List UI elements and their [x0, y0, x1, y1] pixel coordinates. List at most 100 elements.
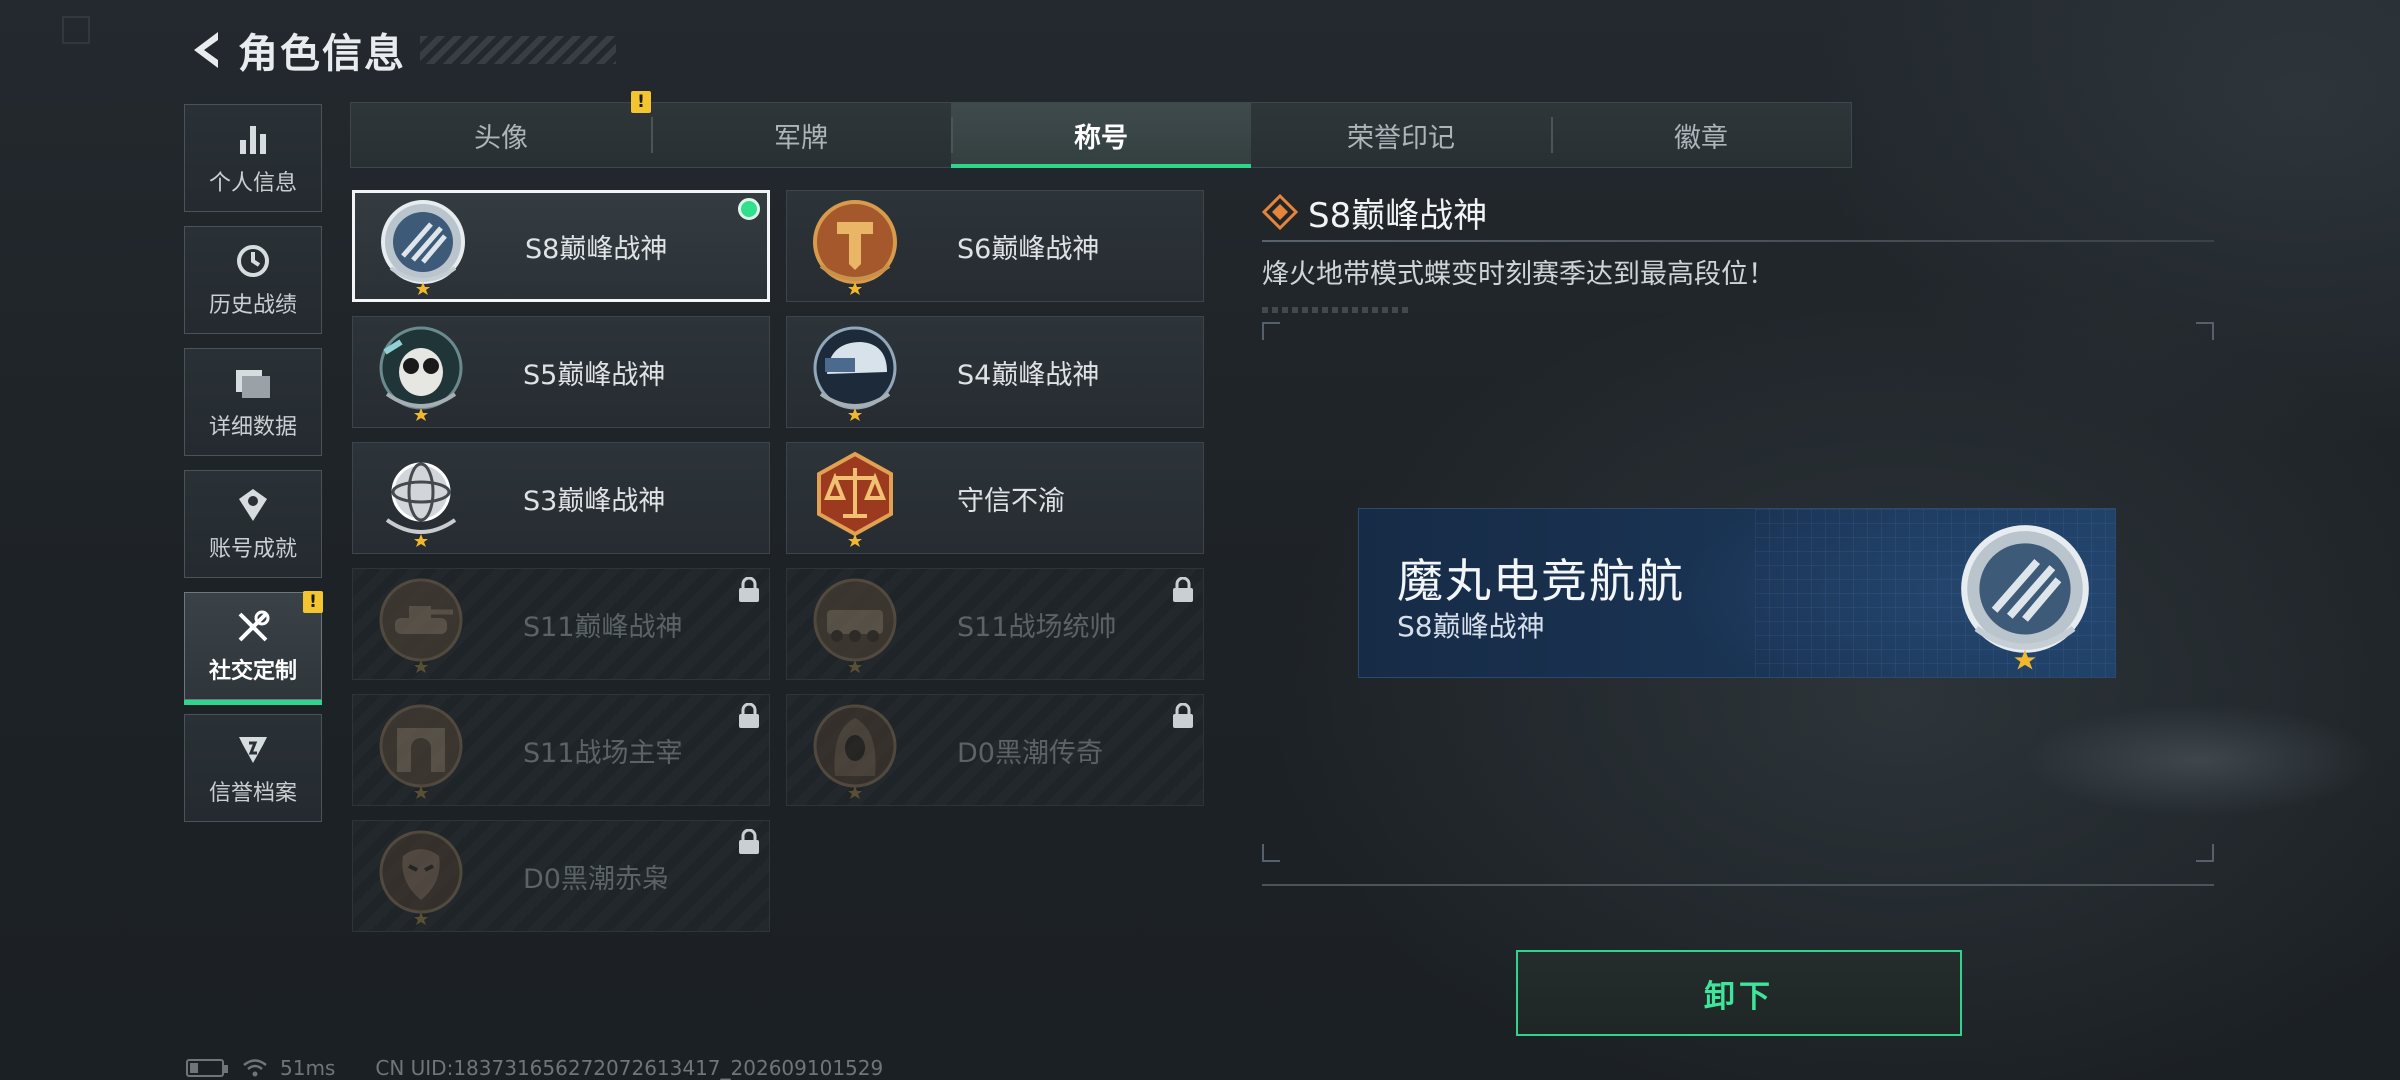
achievement-icon	[233, 485, 273, 525]
title-card[interactable]: S5巅峰战神	[352, 316, 770, 428]
wifi-icon	[243, 1059, 267, 1077]
blue-slash-emblem-icon	[1961, 525, 2089, 670]
tab-label: 头像	[474, 122, 528, 154]
tab-label: 徽章	[1674, 122, 1728, 154]
title-card[interactable]: S11战场统帅	[786, 568, 1204, 680]
detail-description: 烽火地带模式蝶变时刻赛季达到最高段位！	[1262, 259, 1775, 290]
divider	[1262, 884, 2214, 886]
lock-icon	[1173, 577, 1193, 602]
frame-corner	[2196, 322, 2214, 340]
sidebar-item-label: 账号成就	[208, 537, 297, 562]
decorative-dots	[1262, 307, 1412, 313]
sidebar-item-achievements[interactable]: 账号成就	[184, 470, 322, 578]
helmet-emblem-icon	[813, 326, 897, 421]
lock-icon	[739, 577, 759, 602]
title-card[interactable]: D0黑潮赤枭	[352, 820, 770, 932]
page-title: 角色信息	[238, 31, 406, 77]
arch-emblem-icon	[379, 704, 463, 799]
nameplate-title: S8巅峰战神	[1397, 610, 1545, 643]
sidebar-item-label: 个人信息	[208, 171, 297, 196]
title-card[interactable]: D0黑潮传奇	[786, 694, 1204, 806]
title-label: S11巅峰战神	[523, 611, 683, 643]
ping-readout: 51ms	[280, 1056, 336, 1080]
title-label: S11战场统帅	[957, 611, 1117, 643]
tab-label: 军牌	[774, 122, 828, 154]
uid-text: CN UID:18373165627207261341​7_2026091015…	[375, 1056, 884, 1080]
tab-avatar[interactable]: 头像 !	[351, 91, 651, 167]
tank-emblem-icon	[379, 578, 463, 673]
title-card[interactable]: 守信不渝	[786, 442, 1204, 554]
title-label: D0黑潮传奇	[957, 737, 1103, 769]
battery-icon	[186, 1059, 228, 1077]
warning-badge: !	[303, 591, 323, 613]
corner-decoration	[62, 16, 90, 44]
title-label: S5巅峰战神	[523, 359, 666, 391]
frame-corner	[1262, 844, 1280, 862]
sidebar-item-label: 信誉档案	[208, 781, 297, 806]
title-card[interactable]: S4巅峰战神	[786, 316, 1204, 428]
back-arrow-icon	[194, 32, 218, 68]
tab-badge[interactable]: 徽章	[1551, 103, 1851, 167]
lock-icon	[1173, 703, 1193, 728]
detail-header: S8巅峰战神	[1262, 186, 2216, 238]
title-hatch-decoration	[420, 36, 616, 64]
scales-emblem-icon	[817, 451, 893, 547]
unequip-label: 卸下	[1704, 978, 1774, 1015]
title-label: 守信不渝	[957, 485, 1065, 517]
title-card[interactable]: S11巅峰战神	[352, 568, 770, 680]
title-label: S6巅峰战神	[957, 233, 1100, 265]
sidebar-item-history[interactable]: 历史战绩	[184, 226, 322, 334]
tab-label: 称号	[1074, 122, 1128, 154]
title-label: S11战场主宰	[523, 737, 683, 769]
lock-icon	[739, 703, 759, 728]
clock-icon	[233, 241, 273, 281]
divider	[1262, 240, 2214, 242]
globe-emblem-icon	[385, 462, 457, 547]
tools-icon	[233, 607, 273, 647]
title-label: S3巅峰战神	[523, 485, 666, 517]
detail-title: S8巅峰战神	[1308, 195, 1488, 236]
side-navigation: 个人信息 历史战绩 详细数据 账号成就 ! 社交定制 信誉档案	[184, 104, 323, 836]
title-label: S8巅峰战神	[525, 233, 668, 265]
title-label: S4巅峰战神	[957, 359, 1100, 391]
diamond-icon	[1262, 194, 1298, 230]
bar-chart-icon	[233, 119, 273, 159]
lock-icon	[739, 829, 759, 854]
status-bar: 51ms CN UID:18373165627207261341​7_20260…	[186, 1056, 883, 1080]
player-name: 魔丸电竞航航	[1397, 554, 1685, 608]
hooded-emblem-icon	[813, 704, 897, 799]
tab-label: 荣誉印记	[1347, 122, 1455, 154]
title-label: D0黑潮赤枭	[523, 863, 669, 895]
frame-corner	[1262, 322, 1280, 340]
title-card[interactable]: S8巅峰战神	[352, 190, 770, 302]
blue-slash-emblem-icon	[381, 200, 465, 295]
sidebar-item-label: 历史战绩	[208, 293, 297, 318]
sidebar-item-label: 详细数据	[208, 415, 297, 440]
sidebar-item-credit[interactable]: 信誉档案	[184, 714, 322, 822]
title-card[interactable]: S6巅峰战神	[786, 190, 1204, 302]
warning-badge: !	[631, 91, 651, 113]
apc-emblem-icon	[813, 578, 897, 673]
title-detail-panel: S8巅峰战神 烽火地带模式蝶变时刻赛季达到最高段位！	[1262, 186, 2216, 313]
equipped-indicator	[738, 198, 760, 220]
back-button[interactable]	[186, 26, 226, 74]
title-card[interactable]: S11战场主宰	[352, 694, 770, 806]
sidebar-item-social[interactable]: ! 社交定制	[184, 591, 323, 705]
nameplate-preview: 魔丸电竞航航 S8巅峰战神	[1358, 508, 2116, 678]
sidebar-item-details[interactable]: 详细数据	[184, 348, 322, 456]
sidebar-item-profile[interactable]: 个人信息	[184, 104, 322, 212]
sidebar-item-label: 社交定制	[208, 659, 297, 684]
title-card[interactable]: S3巅峰战神	[352, 442, 770, 554]
page-header: 角色信息	[186, 24, 406, 77]
frame-corner	[2196, 844, 2214, 862]
category-tabs: 头像 ! 军牌 称号 荣誉印记 徽章	[350, 91, 1852, 168]
tab-title[interactable]: 称号	[951, 103, 1251, 168]
tab-dogtag[interactable]: 军牌	[651, 103, 951, 167]
bronze-shield-emblem-icon	[813, 200, 897, 295]
credit-icon	[233, 729, 273, 769]
unequip-button[interactable]: 卸下	[1516, 950, 1962, 1036]
mask-emblem-icon	[379, 830, 463, 925]
folder-icon	[233, 363, 273, 403]
skull-goggles-emblem-icon	[379, 326, 463, 421]
tab-honor-mark[interactable]: 荣誉印记	[1251, 103, 1551, 167]
